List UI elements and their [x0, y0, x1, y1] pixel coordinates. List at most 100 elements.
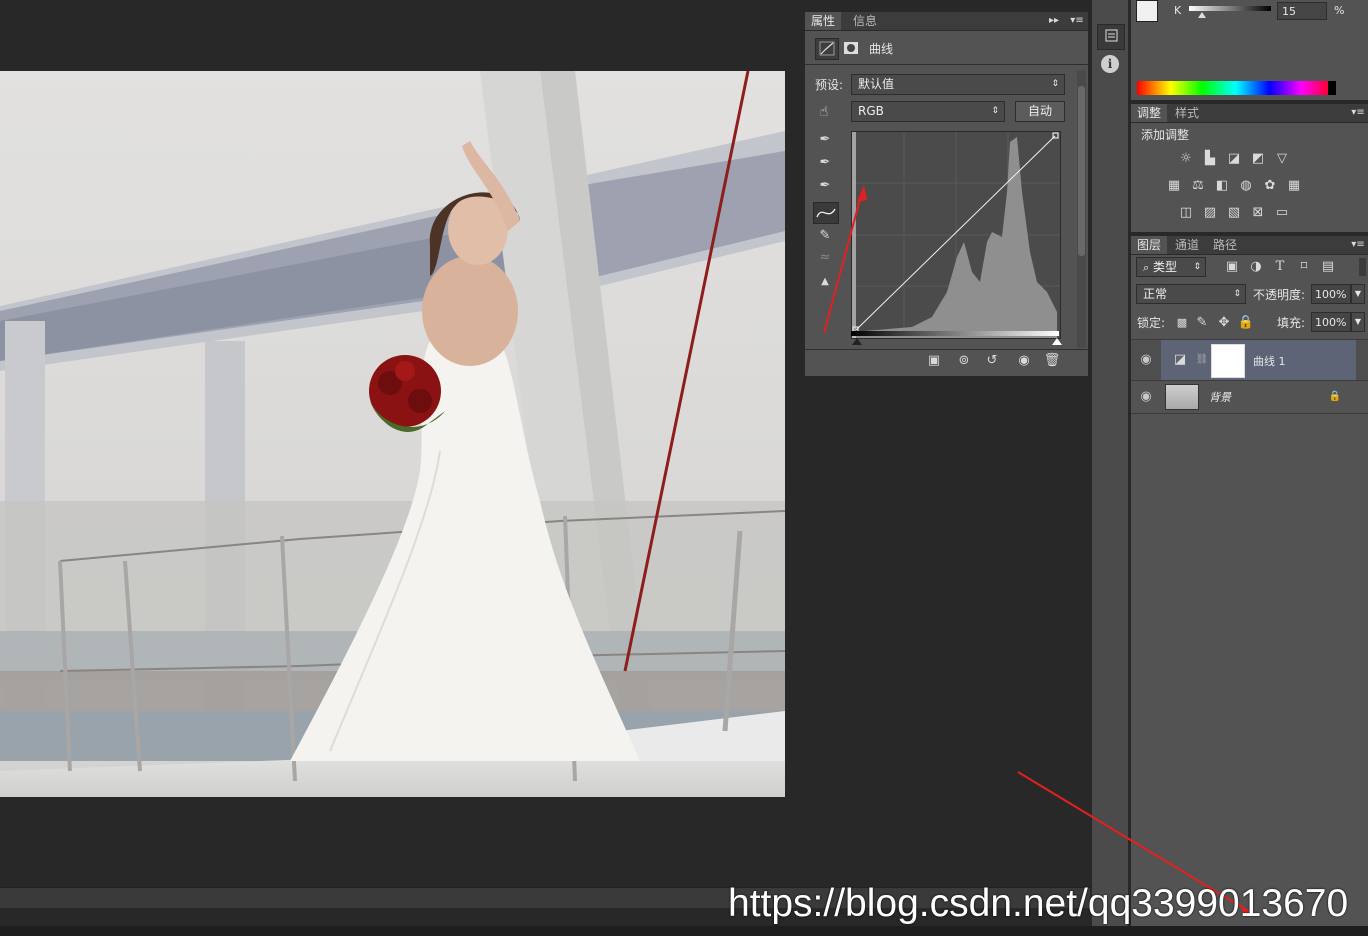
chevron-updown-icon: ⇕ — [1051, 79, 1059, 89]
hue-saturation-icon[interactable]: ▦ — [1165, 178, 1183, 194]
black-swatch[interactable] — [1328, 81, 1336, 95]
blend-mode-select[interactable]: 正常 ⇕ — [1136, 284, 1246, 304]
opacity-dropdown-icon[interactable]: ▼ — [1351, 284, 1365, 304]
fill-dropdown-icon[interactable]: ▼ — [1351, 312, 1365, 332]
tab-properties[interactable]: 属性 — [805, 12, 842, 30]
filter-type-icon[interactable]: T — [1271, 259, 1289, 275]
white-eyedropper-icon[interactable]: ✒ — [816, 178, 834, 194]
tab-adjustments[interactable]: 调整 — [1131, 104, 1168, 122]
properties-scrollbar[interactable] — [1077, 70, 1086, 348]
selective-color-icon[interactable]: ⊠ — [1249, 205, 1267, 221]
opacity-field[interactable]: 100% — [1311, 284, 1351, 304]
info-icon[interactable]: i — [1101, 55, 1119, 73]
threshold-icon[interactable]: ▧ — [1225, 205, 1243, 221]
bottom-edge — [0, 926, 1368, 936]
lock-transparent-icon[interactable]: ▩ — [1173, 315, 1191, 331]
layer-thumbnail[interactable] — [1165, 384, 1199, 410]
panel-menu-icon[interactable]: ▾≡ — [1068, 13, 1086, 29]
tab-layers[interactable]: 图层 — [1131, 236, 1168, 254]
curves-icon[interactable]: ◪ — [1225, 151, 1243, 167]
properties-dock-icon[interactable] — [1097, 24, 1125, 50]
smooth-icon[interactable]: ≈ — [816, 250, 834, 266]
k-slider-handle[interactable] — [1198, 12, 1206, 18]
fill-field[interactable]: 100% — [1311, 312, 1351, 332]
k-value-field[interactable]: 15 — [1277, 2, 1327, 20]
k-unit: % — [1334, 4, 1345, 17]
visibility-eye-icon[interactable]: ◉ — [1133, 382, 1159, 412]
curve-point-tool-icon[interactable] — [813, 202, 839, 224]
curves-histogram — [852, 132, 1060, 338]
divider — [805, 349, 1088, 350]
search-icon: ⌕ — [1143, 261, 1150, 274]
channel-value: RGB — [858, 104, 884, 118]
posterize-icon[interactable]: ▨ — [1201, 205, 1219, 221]
hand-target-icon[interactable]: ☝ — [815, 104, 833, 120]
foreground-color-swatch[interactable] — [1136, 0, 1158, 22]
panel-menu-icon[interactable]: ▾≡ — [1349, 237, 1367, 253]
brightness-icon[interactable]: ☼ — [1177, 151, 1195, 167]
scrollbar-thumb[interactable] — [1078, 86, 1085, 256]
collapse-icon[interactable]: ▸▸ — [1045, 13, 1063, 29]
properties-panel: 属性 信息 ▸▸ ▾≡ 曲线 预设: 默认值 ⇕ ☝ RGB ⇕ 自动 ✒ ✒ … — [805, 12, 1088, 376]
chevron-updown-icon: ⇕ — [991, 106, 999, 116]
visibility-eye-icon[interactable]: ◉ — [1015, 353, 1033, 369]
lock-pixels-icon[interactable]: ✎ — [1193, 315, 1211, 331]
filter-adjustment-icon[interactable]: ◑ — [1247, 259, 1265, 275]
black-white-icon[interactable]: ◧ — [1213, 178, 1231, 194]
clipping-warning-icon[interactable]: ▲ — [816, 274, 834, 290]
k-label: K — [1174, 4, 1182, 17]
layer-mask-thumbnail[interactable] — [1211, 344, 1245, 378]
color-spectrum-bar[interactable] — [1137, 81, 1335, 95]
lock-all-icon[interactable]: 🔒 — [1237, 315, 1255, 331]
lock-label: 锁定: — [1137, 316, 1166, 330]
reset-icon[interactable]: ↺ — [983, 353, 1001, 369]
filter-smart-object-icon[interactable]: ▤ — [1319, 259, 1337, 275]
trash-icon[interactable]: 🗑 — [1043, 353, 1061, 369]
preset-label: 预设: — [815, 78, 844, 92]
photo-filter-icon[interactable]: ◍ — [1237, 178, 1255, 194]
curves-graph[interactable] — [851, 131, 1061, 339]
channel-select[interactable]: RGB ⇕ — [851, 101, 1005, 122]
filter-toggle[interactable] — [1359, 258, 1366, 276]
layer-row[interactable]: ◉ 背景 🔒 — [1131, 380, 1368, 414]
link-icon[interactable]: ⛓ — [1193, 352, 1211, 368]
tab-paths[interactable]: 路径 — [1207, 236, 1243, 254]
curves-adjustment-icon: ◪ — [1173, 352, 1187, 367]
panel-title: 曲线 — [869, 42, 894, 56]
white-point-slider[interactable] — [1052, 338, 1062, 345]
panel-menu-icon[interactable]: ▾≡ — [1349, 105, 1367, 121]
fill-label: 填充: — [1277, 316, 1306, 330]
layer-name[interactable]: 曲线 1 — [1253, 353, 1286, 369]
adjustments-panel: 调整 样式 ▾≡ 添加调整 ☼ ▙ ◪ ◩ ▽ ▦ ⚖ ◧ ◍ ✿ ▦ ◫ ▨ … — [1131, 104, 1368, 232]
preset-select[interactable]: 默认值 ⇕ — [851, 74, 1065, 95]
view-previous-icon[interactable]: ⊚ — [955, 353, 973, 369]
exposure-icon[interactable]: ◩ — [1249, 151, 1267, 167]
color-lookup-icon[interactable]: ▦ — [1285, 178, 1303, 194]
lock-position-icon[interactable]: ✥ — [1215, 315, 1233, 331]
tab-channels[interactable]: 通道 — [1169, 236, 1205, 254]
gray-eyedropper-icon[interactable]: ✒ — [816, 155, 834, 171]
black-eyedropper-icon[interactable]: ✒ — [816, 132, 834, 148]
auto-button[interactable]: 自动 — [1015, 101, 1065, 122]
black-point-slider[interactable] — [852, 338, 862, 345]
gradient-map-icon[interactable]: ▭ — [1273, 205, 1291, 221]
layer-row[interactable]: ◉ ◪ ⛓ 曲线 1 — [1131, 339, 1368, 380]
invert-icon[interactable]: ◫ — [1177, 205, 1195, 221]
clip-to-layer-icon[interactable]: ▣ — [925, 353, 943, 369]
filter-shape-icon[interactable]: ⌑ — [1295, 259, 1313, 275]
k-slider-track[interactable] — [1189, 6, 1271, 11]
visibility-eye-icon[interactable]: ◉ — [1133, 345, 1159, 375]
levels-icon[interactable]: ▙ — [1201, 151, 1219, 167]
vibrance-icon[interactable]: ▽ — [1273, 151, 1291, 167]
layer-filter-select[interactable]: ⌕ 类型 ⇕ — [1136, 257, 1206, 277]
tab-info[interactable]: 信息 — [847, 12, 883, 30]
color-balance-icon[interactable]: ⚖ — [1189, 178, 1207, 194]
tab-styles[interactable]: 样式 — [1169, 104, 1205, 122]
layer-mask-icon[interactable] — [841, 38, 861, 58]
channel-mixer-icon[interactable]: ✿ — [1261, 178, 1279, 194]
curves-adjustment-icon[interactable] — [815, 38, 839, 60]
layer-name[interactable]: 背景 — [1209, 389, 1231, 405]
document-canvas[interactable] — [0, 71, 785, 797]
filter-pixel-icon[interactable]: ▣ — [1223, 259, 1241, 275]
pencil-icon[interactable]: ✎ — [816, 228, 834, 244]
